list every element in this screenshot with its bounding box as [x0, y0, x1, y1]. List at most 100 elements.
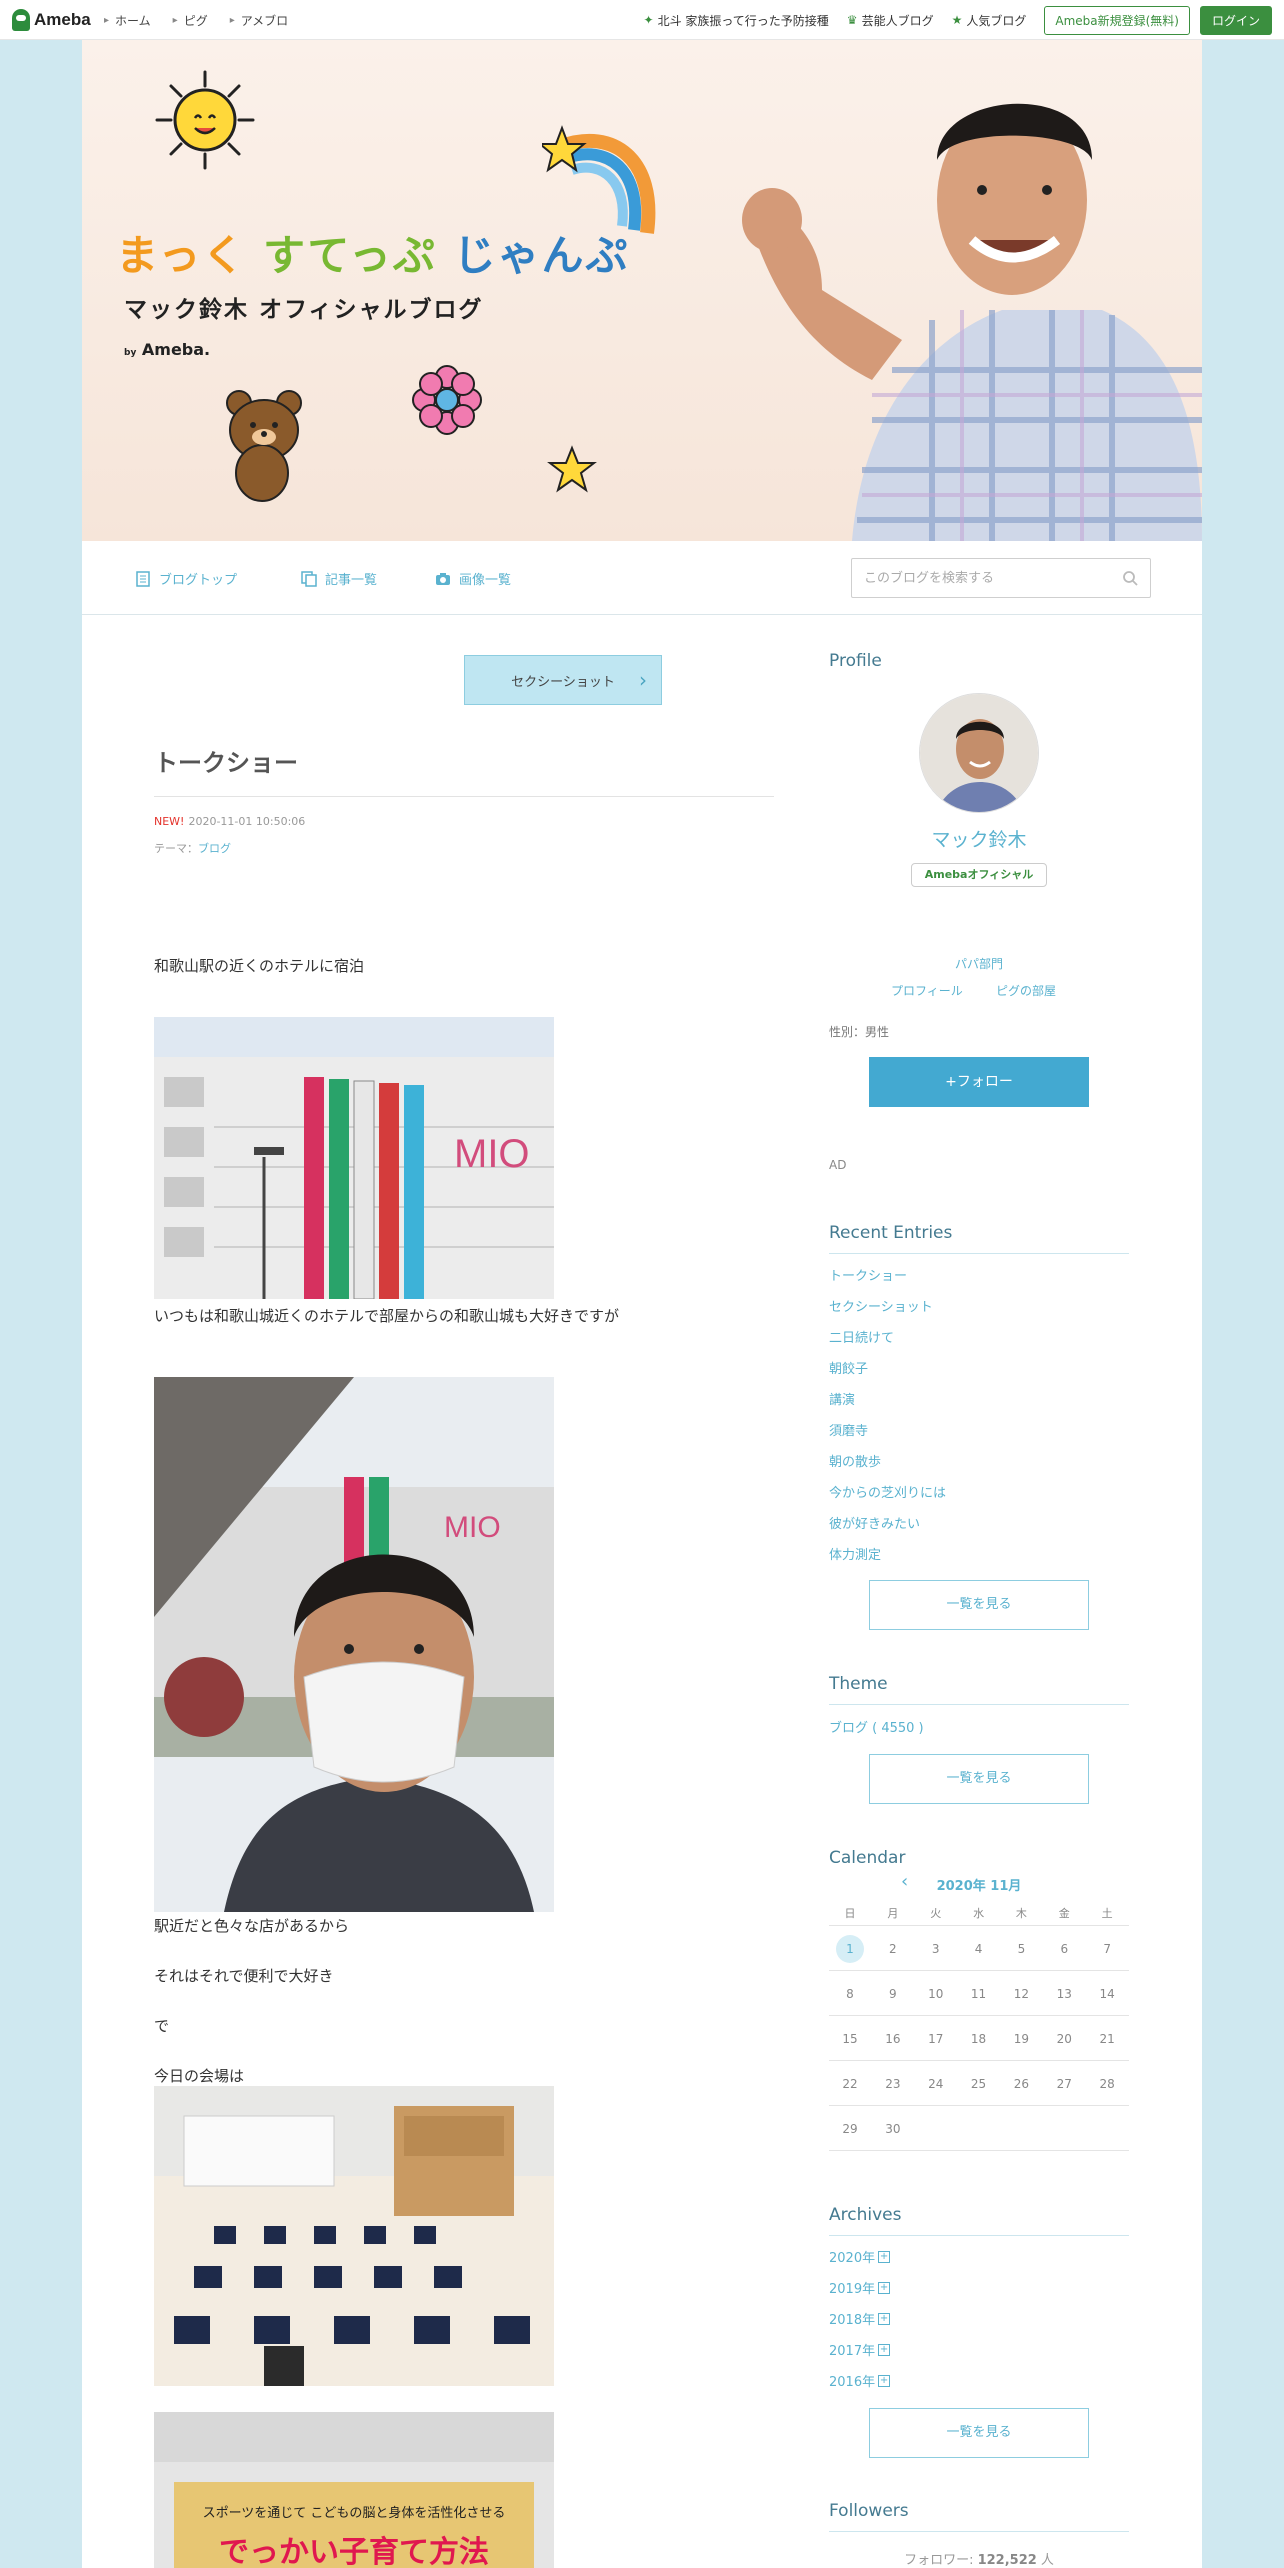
calendar-day-highlight[interactable]: 1	[836, 1935, 864, 1963]
follow-button[interactable]: +フォロー	[869, 1057, 1089, 1107]
theme-link[interactable]: ブログ	[198, 842, 231, 855]
ad-label: AD	[829, 1158, 847, 1172]
register-button[interactable]: Ameba新規登録(無料)	[1044, 5, 1190, 35]
nav-home-label: ホーム	[115, 13, 151, 28]
theme-more-button[interactable]: 一覧を見る	[869, 1754, 1089, 1804]
recent-entries-more-button[interactable]: 一覧を見る	[869, 1580, 1089, 1630]
promo-link-news[interactable]: ✦ 北斗 家族振って行った予防接種	[644, 12, 829, 29]
blog-search-input[interactable]	[852, 559, 1102, 597]
recent-entry-link[interactable]: 彼が好きみたい	[829, 1513, 920, 1532]
recent-entry-link[interactable]: 講演	[829, 1389, 855, 1408]
calendar-row-divider	[829, 2105, 1129, 2106]
calendar-weekday: 水	[973, 1907, 985, 1920]
search-icon[interactable]	[1122, 570, 1138, 586]
nav-ameblo[interactable]: ▸ アメブロ	[230, 12, 288, 29]
ameba-logo-icon	[12, 9, 30, 31]
profile-link[interactable]: プロフィール	[891, 982, 963, 999]
calendar-day: 13	[1056, 1987, 1072, 2001]
title-part-3: じゃんぷ	[453, 231, 630, 280]
followers-count: フォロワー: 122,522 人	[829, 2549, 1129, 2568]
expand-icon[interactable]: +	[878, 2250, 891, 2263]
by-label: by	[124, 348, 137, 358]
calendar-day: 6	[1060, 1942, 1069, 1956]
theme-prefix: テーマ：	[154, 842, 198, 855]
entry-datetime: 2020-11-01 10:50:06	[188, 815, 306, 828]
sun-illustration	[155, 70, 255, 170]
calendar-day: 15	[842, 2032, 858, 2046]
expand-icon[interactable]: +	[878, 2312, 891, 2325]
nav-pigg-label: ピグ	[183, 13, 208, 28]
nav-home[interactable]: ▸ ホーム	[104, 12, 151, 29]
login-button[interactable]: ログイン	[1199, 5, 1272, 35]
category-link[interactable]: パパ部門	[829, 955, 1129, 972]
archive-year-link[interactable]: 2016年 +	[829, 2371, 891, 2390]
calendar-day[interactable]: 1	[829, 1935, 871, 1963]
archive-year-link[interactable]: 2017年 +	[829, 2340, 891, 2359]
theme-link-blog[interactable]: ブログ ( 4550 )	[829, 1717, 924, 1736]
ameba-logo[interactable]: Ameba	[12, 9, 91, 31]
calendar-weekday: 火	[930, 1907, 942, 1920]
star-icon: ★	[951, 13, 963, 27]
expand-icon[interactable]: +	[878, 2343, 891, 2356]
tab-entry-list-label: 記事一覧	[325, 573, 378, 588]
recent-entry-link[interactable]: 今からの芝刈りには	[829, 1482, 946, 1501]
chevron-right-icon: ▸	[104, 14, 110, 26]
ameba-topbar: Ameba ▸ ホーム ▸ ピグ ▸ アメブロ ✦ 北斗 家族振って行った予防接種 ♛ 芸…	[0, 0, 1284, 40]
entry-photo-banner[interactable]: スポーツを通じて こどもの脳と身体を活性化させる でっかい子育て方法	[154, 2412, 554, 2568]
archive-year-link[interactable]: 2018年 +	[829, 2309, 891, 2328]
blog-search	[851, 558, 1151, 598]
recent-entry-link[interactable]: セクシーショット	[829, 1296, 933, 1315]
camera-icon	[436, 572, 450, 585]
recent-entry-link[interactable]: 体力測定	[829, 1544, 881, 1563]
avatar[interactable]	[919, 693, 1039, 813]
calendar-day: 16	[885, 2032, 901, 2046]
tab-image-list[interactable]: 画像一覧	[435, 569, 511, 588]
archives-more-button[interactable]: 一覧を見る	[869, 2408, 1089, 2458]
calendar-row-divider	[829, 1925, 1129, 1926]
title-part-2: すてっぷ	[262, 231, 437, 280]
pigg-room-link[interactable]: ピグの部屋	[996, 982, 1056, 999]
archive-year-label: 2018年	[829, 2313, 876, 2328]
recent-entry-link[interactable]: トークショー	[829, 1265, 907, 1284]
archive-year-link[interactable]: 2019年 +	[829, 2278, 891, 2297]
expand-icon[interactable]: +	[878, 2374, 891, 2387]
calendar-day: 18	[970, 2032, 987, 2046]
entry-photo-selfie[interactable]: MIO	[154, 1377, 554, 1912]
calendar-heading: Calendar	[829, 1848, 906, 1868]
recent-entry-link[interactable]: 須磨寺	[829, 1420, 868, 1439]
tab-blog-top-label: ブログトップ	[159, 573, 238, 588]
promo-link-celebrity[interactable]: ♛ 芸能人ブログ	[847, 12, 934, 29]
calendar-day: 8	[846, 1987, 854, 2001]
recent-entry-link[interactable]: 朝の散歩	[829, 1451, 881, 1470]
expand-icon[interactable]: +	[878, 2281, 891, 2294]
calendar-weekday: 金	[1058, 1907, 1070, 1920]
promo-link-popular[interactable]: ★ 人気ブログ	[952, 12, 1027, 29]
profile-name[interactable]: マック鈴木	[829, 825, 1129, 852]
calendar-day: 22	[842, 2077, 858, 2091]
calendar-day: 2	[889, 1942, 897, 1956]
tab-entry-list[interactable]: 記事一覧	[301, 569, 377, 588]
calendar-day: 14	[1099, 1987, 1115, 2001]
tab-blog-top[interactable]: ブログトップ	[135, 569, 237, 588]
calendar-day: 27	[1056, 2077, 1072, 2091]
calendar-day: 3	[931, 1942, 940, 1956]
document-icon	[136, 570, 150, 587]
blog-header-banner[interactable]: まっく すてっぷ じゃんぷ マック鈴木 オフィシャルブログ by Ameba.	[82, 40, 1202, 541]
recent-entry-link[interactable]: 二日続けて	[829, 1327, 894, 1346]
sparkle-icon: ✦	[643, 13, 654, 27]
recent-entry-link[interactable]: 朝餃子	[829, 1358, 868, 1377]
promo-celebrity-label: 芸能人ブログ	[861, 13, 934, 28]
entry-photo-venue[interactable]	[154, 2086, 554, 2386]
recent-entries-heading: Recent Entries	[829, 1223, 953, 1243]
nav-pigg[interactable]: ▸ ピグ	[173, 12, 208, 29]
calendar-day: 17	[928, 2032, 944, 2046]
entry-photo-station[interactable]: MIO	[154, 1017, 554, 1299]
previous-entry-button[interactable]: セクシーショット ›	[464, 655, 662, 705]
divider	[829, 1253, 1129, 1254]
calendar-day: 28	[1099, 2077, 1115, 2091]
archive-year-link[interactable]: 2020年 +	[829, 2247, 891, 2266]
calendar-day: 5	[1017, 1942, 1026, 1956]
svg-text:MIO: MIO	[454, 1132, 530, 1176]
calendar-day: 7	[1103, 1942, 1111, 1956]
calendar-row-divider	[829, 2015, 1129, 2016]
